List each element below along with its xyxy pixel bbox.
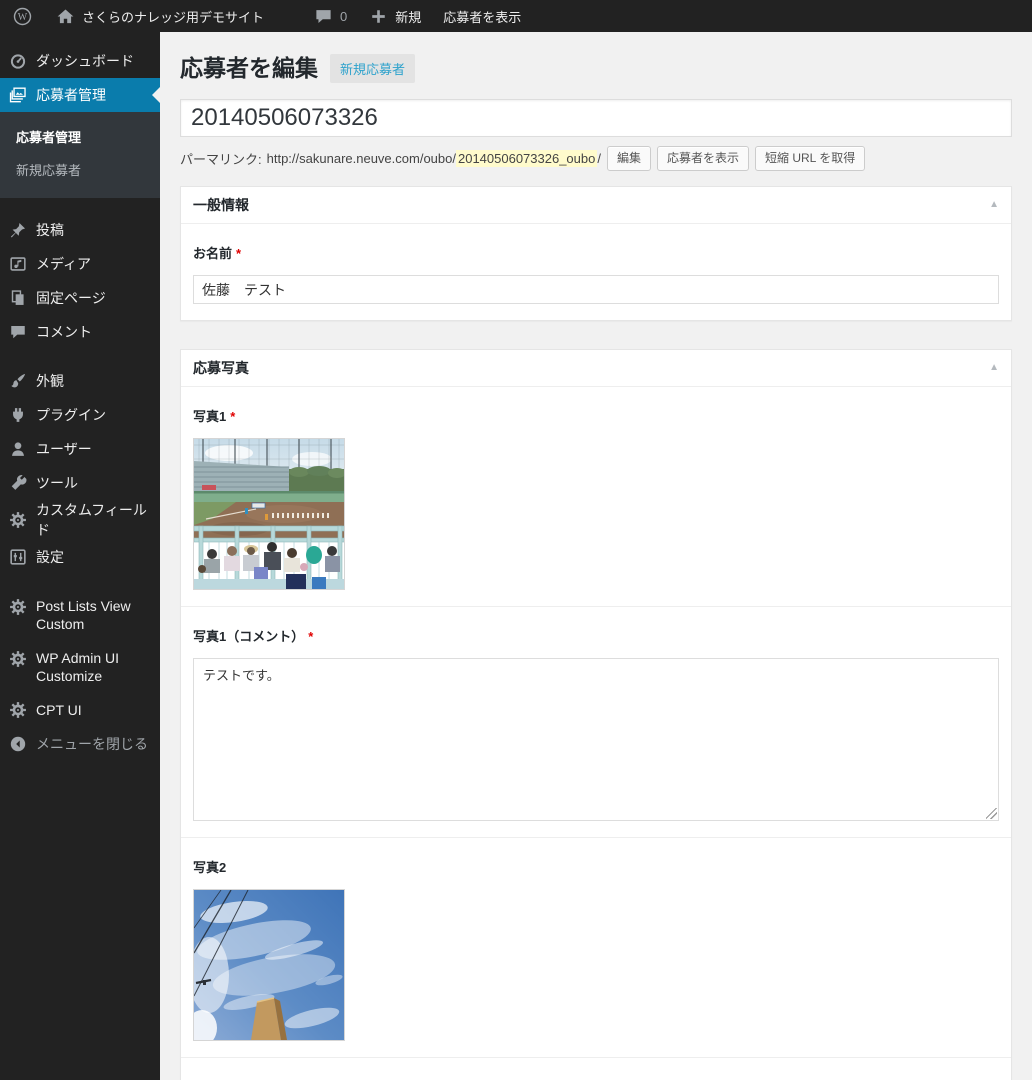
- photos-metabox-header[interactable]: 応募写真 ▲: [181, 350, 1011, 387]
- gear-icon: [8, 649, 28, 669]
- sidebar-item-post-lists-view-custom[interactable]: Post Lists View Custom: [0, 589, 160, 641]
- sidebar-item-applicant-management[interactable]: 応募者管理: [0, 78, 160, 112]
- permalink-url-prefix: http://sakunare.neuve.com/oubo/: [267, 151, 456, 166]
- permalink-label: パーマリンク:: [180, 149, 262, 168]
- photo1-label: 写真1*: [193, 406, 999, 425]
- site-name-link[interactable]: さくらのナレッジ用デモサイト: [45, 0, 275, 32]
- new-content-label: 新規: [395, 7, 421, 26]
- required-mark: *: [236, 246, 241, 261]
- sidebar-item-settings[interactable]: 設定: [0, 540, 160, 574]
- photo1-field-row: 写真1*: [181, 387, 1011, 606]
- main-content: 応募者を編集 新規応募者 パーマリンク: http://sakunare.neu…: [160, 32, 1032, 1080]
- view-applicant-button[interactable]: 応募者を表示: [657, 146, 749, 171]
- photo1-comment-textarea[interactable]: テストです。: [193, 658, 999, 821]
- gear-icon: [8, 597, 28, 617]
- admin-bar: さくらのナレッジ用デモサイト 0 新規 応募者を表示: [0, 0, 1032, 32]
- page-title: 応募者を編集: [180, 54, 318, 83]
- wrench-icon: [8, 473, 28, 493]
- comment-icon: [8, 322, 28, 342]
- required-mark: *: [308, 629, 313, 644]
- plug-icon: [8, 405, 28, 425]
- view-post-link[interactable]: 応募者を表示: [432, 0, 532, 32]
- pushpin-icon: [8, 220, 28, 240]
- applicant-submenu: 応募者管理 新規応募者: [0, 112, 160, 198]
- gear-icon: [8, 510, 28, 530]
- brush-icon: [8, 371, 28, 391]
- metabox-title: 一般情報: [193, 195, 249, 215]
- get-shortlink-button[interactable]: 短縮 URL を取得: [755, 146, 865, 171]
- wordpress-logo-icon: [13, 7, 32, 26]
- settings-icon: [8, 547, 28, 567]
- photo1-thumbnail-baseball-stadium[interactable]: [193, 438, 345, 590]
- plus-icon: [369, 7, 388, 26]
- site-name: さくらのナレッジ用デモサイト: [82, 7, 264, 26]
- sidebar-item-tools[interactable]: ツール: [0, 466, 160, 500]
- general-info-metabox: 一般情報 ▲ お名前*: [180, 186, 1012, 321]
- metabox-title: 応募写真: [193, 358, 249, 378]
- sidebar-item-wp-admin-ui-customize[interactable]: WP Admin UI Customize: [0, 641, 160, 693]
- general-info-metabox-header[interactable]: 一般情報 ▲: [181, 187, 1011, 224]
- photo1-comment-field-row: 写真1（コメント）* テストです。: [181, 606, 1011, 837]
- sidebar-item-users[interactable]: ユーザー: [0, 432, 160, 466]
- textarea-resize-handle[interactable]: [986, 808, 997, 819]
- comment-bubble-icon: [314, 7, 333, 26]
- submenu-item-applicant-list[interactable]: 応募者管理: [0, 120, 160, 153]
- sidebar-item-appearance[interactable]: 外観: [0, 364, 160, 398]
- sidebar-item-comments[interactable]: コメント: [0, 315, 160, 349]
- dashboard-icon: [8, 51, 28, 71]
- menu-separator: [0, 574, 160, 589]
- collapse-arrow-icon[interactable]: ▲: [989, 363, 999, 373]
- wordpress-logo-menu[interactable]: [0, 0, 45, 32]
- new-content-link[interactable]: 新規: [358, 0, 432, 32]
- name-field-label: お名前*: [193, 243, 999, 262]
- view-post-label: 応募者を表示: [443, 7, 521, 26]
- collapse-icon: [8, 734, 28, 754]
- photo2-thumbnail-blue-sky[interactable]: [193, 889, 345, 1041]
- permalink-slug[interactable]: 20140506073326_oubo: [456, 150, 597, 167]
- menu-separator: [0, 198, 160, 213]
- photo2-field-row: 写真2: [181, 837, 1011, 1057]
- sidebar-item-plugins[interactable]: プラグイン: [0, 398, 160, 432]
- sidebar-item-custom-fields[interactable]: カスタムフィールド: [0, 500, 160, 540]
- name-field-row: お名前*: [181, 224, 1011, 320]
- photo1-comment-label: 写真1（コメント）*: [193, 626, 999, 645]
- comment-count: 0: [340, 9, 347, 24]
- sidebar-item-posts[interactable]: 投稿: [0, 213, 160, 247]
- media-icon: [8, 254, 28, 274]
- images-icon: [8, 85, 28, 105]
- collapse-arrow-icon[interactable]: ▲: [989, 200, 999, 210]
- user-icon: [8, 439, 28, 459]
- add-new-button[interactable]: 新規応募者: [330, 54, 415, 83]
- sidebar-item-media[interactable]: メディア: [0, 247, 160, 281]
- sidebar-item-pages[interactable]: 固定ページ: [0, 281, 160, 315]
- permalink-url-suffix: /: [597, 151, 601, 166]
- pages-icon: [8, 288, 28, 308]
- sidebar-item-collapse-menu[interactable]: メニューを閉じる: [0, 727, 160, 761]
- gear-icon: [8, 700, 28, 720]
- post-title-input[interactable]: [180, 99, 1012, 137]
- admin-sidebar: ダッシュボード 応募者管理 応募者管理 新規応募者 投稿 メディア 固定ページ …: [0, 32, 160, 1080]
- name-input[interactable]: [193, 275, 999, 304]
- edit-permalink-button[interactable]: 編集: [607, 146, 651, 171]
- sidebar-item-cpt-ui[interactable]: CPT UI: [0, 693, 160, 727]
- menu-separator: [0, 349, 160, 364]
- required-mark: *: [230, 409, 235, 424]
- sidebar-item-dashboard[interactable]: ダッシュボード: [0, 44, 160, 78]
- submenu-item-new-applicant[interactable]: 新規応募者: [0, 153, 160, 186]
- photo2-label: 写真2: [193, 857, 999, 876]
- photo2-comment-field-row: 写真2（コメント） テストです。: [181, 1057, 1011, 1080]
- comments-link[interactable]: 0: [303, 0, 358, 32]
- photos-metabox: 応募写真 ▲ 写真1*: [180, 349, 1012, 1080]
- home-icon: [56, 7, 75, 26]
